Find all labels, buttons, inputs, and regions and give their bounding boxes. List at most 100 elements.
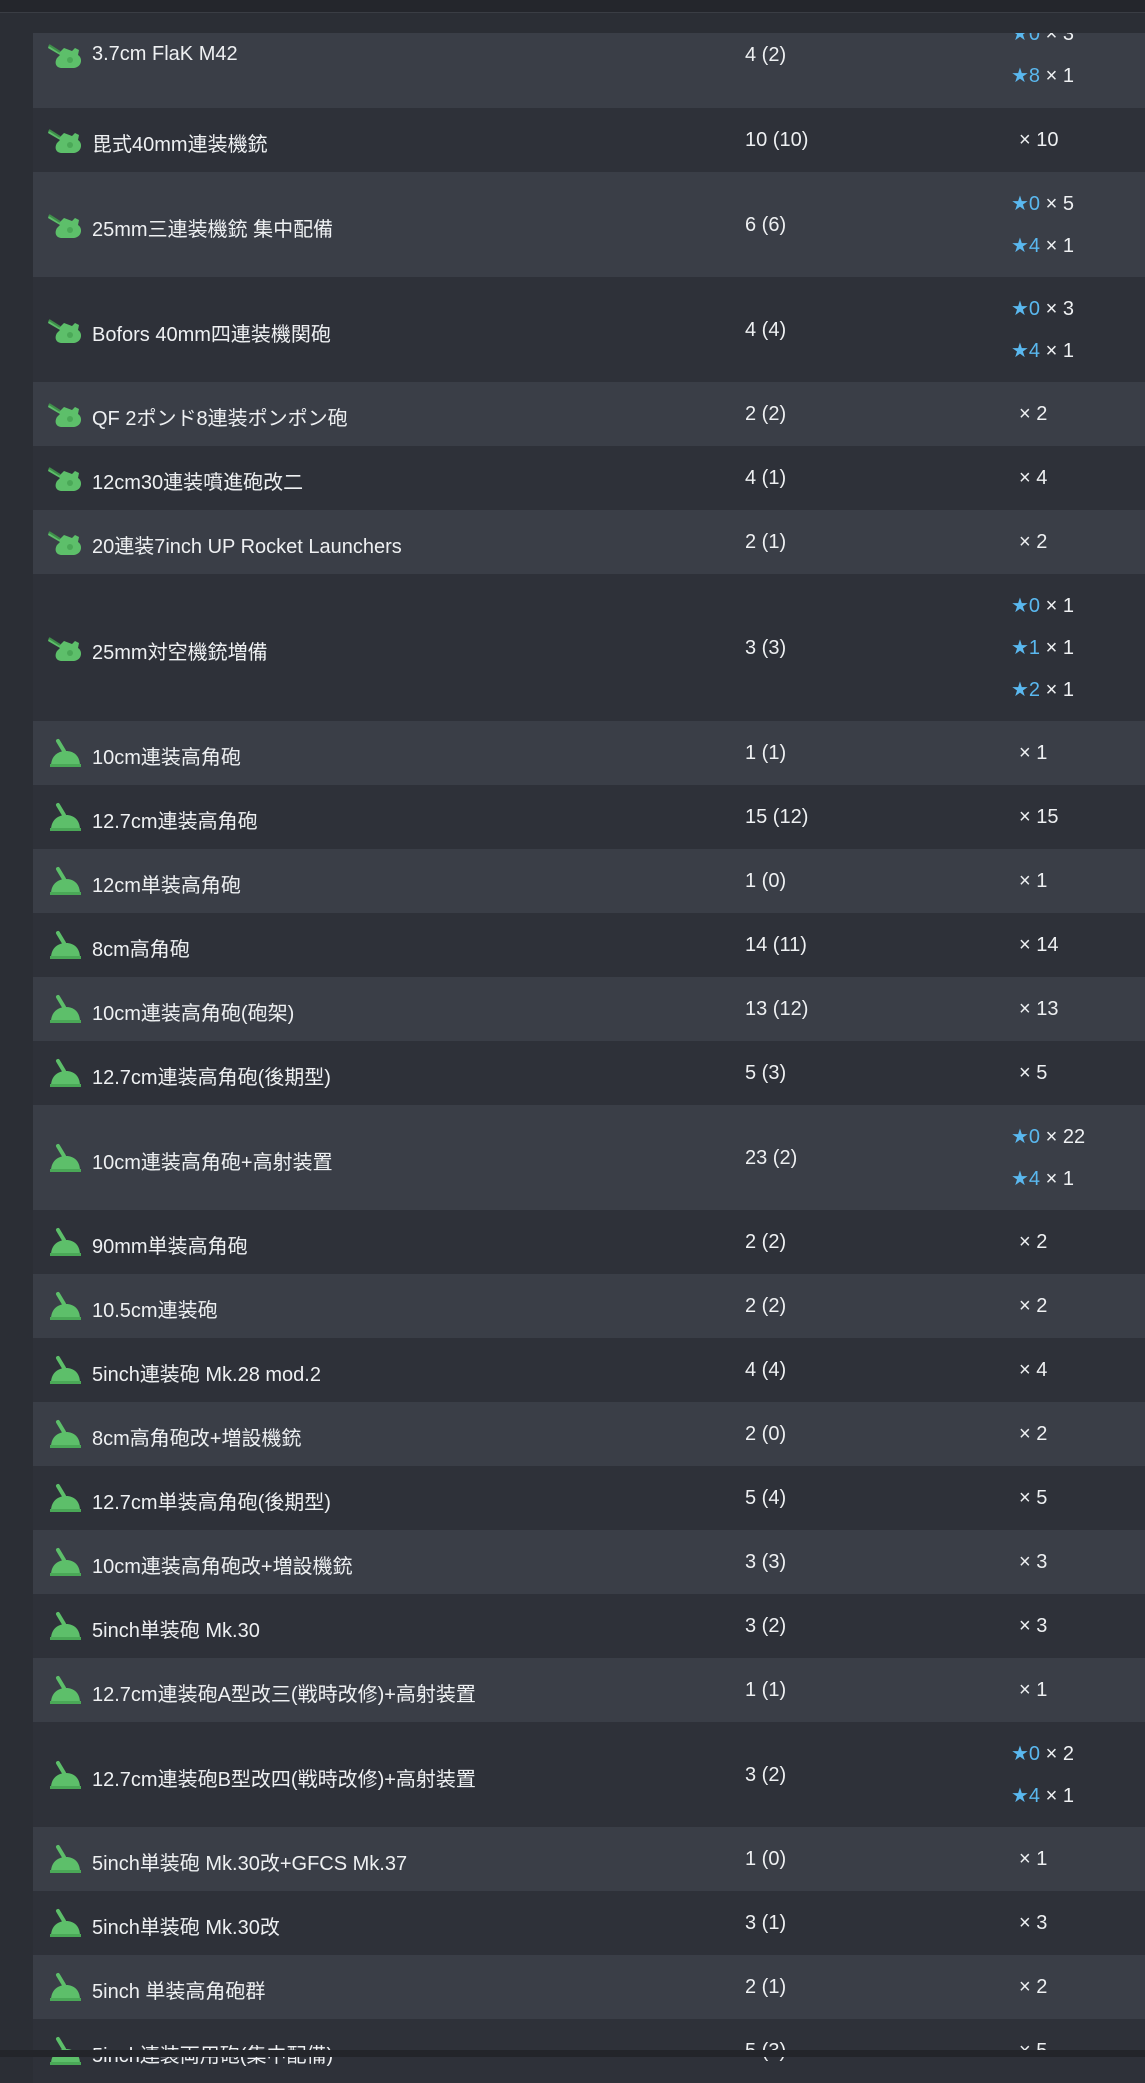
table-row[interactable]: 12.7cm連装砲A型改三(戦時改修)+高射装置 1 (1) × 1	[33, 1658, 1145, 1722]
level-multiplier: × 3	[1019, 1551, 1048, 1573]
improvement-levels: × 5	[1011, 1477, 1047, 1519]
equipment-name: 5inch 単装高角砲群	[92, 1981, 266, 2003]
table-row[interactable]: 5inch 単装高角砲群 2 (1) × 2	[33, 1955, 1145, 2019]
level-entry: × 15	[1011, 796, 1058, 838]
star-level: ★0	[1011, 33, 1041, 45]
improvement-levels: × 2	[1011, 1966, 1047, 2008]
ha-gun-icon	[47, 1290, 85, 1322]
level-entry: ★4 × 1	[1011, 1158, 1085, 1200]
improvement-levels: × 2	[1011, 1285, 1047, 1327]
level-multiplier: × 2	[1019, 1231, 1048, 1253]
equipment-count: 3 (2)	[745, 1615, 787, 1637]
level-multiplier: × 1	[1045, 1167, 1074, 1190]
level-entry: × 2	[1011, 1285, 1047, 1327]
aa-gun-icon	[47, 526, 85, 558]
table-row[interactable]: 10.5cm連装砲 2 (2) × 2	[33, 1274, 1145, 1338]
level-multiplier: × 22	[1045, 1125, 1086, 1148]
level-entry: ★0 × 5	[1011, 183, 1074, 225]
improvement-levels: × 15	[1011, 796, 1058, 838]
ha-gun-icon	[47, 993, 85, 1025]
level-multiplier: × 1	[1045, 339, 1074, 362]
equipment-count: 1 (0)	[745, 1848, 787, 1870]
equipment-name: 12.7cm連装砲A型改三(戦時改修)+高射装置	[92, 1684, 476, 1706]
improvement-levels: × 14	[1011, 924, 1058, 966]
equipment-name: 12.7cm単装高角砲(後期型)	[92, 1492, 331, 1514]
level-multiplier: × 10	[1019, 129, 1059, 151]
level-multiplier: × 3	[1045, 33, 1074, 45]
equipment-name: 12.7cm連装高角砲(後期型)	[92, 1067, 331, 1089]
improvement-levels: ★0 × 3 ★8 × 1	[1011, 33, 1074, 97]
table-row[interactable]: 12cm単装高角砲 1 (0) × 1	[33, 849, 1145, 913]
table-row[interactable]: 5inch単装砲 Mk.30改 3 (1) × 3	[33, 1891, 1145, 1955]
equipment-count: 3 (1)	[745, 1912, 787, 1934]
table-row[interactable]: 12.7cm連装高角砲(後期型) 5 (3) × 5	[33, 1041, 1145, 1105]
level-multiplier: × 1	[1019, 1848, 1048, 1870]
level-multiplier: × 1	[1045, 636, 1074, 659]
equipment-name: Bofors 40mm四連装機関砲	[92, 323, 331, 346]
table-row[interactable]: 10cm連装高角砲 1 (1) × 1	[33, 721, 1145, 785]
level-entry: × 2	[1011, 393, 1047, 435]
equipment-count: 4 (4)	[745, 1359, 787, 1381]
ha-gun-icon	[47, 1226, 85, 1258]
table-row[interactable]: 5inch単装砲 Mk.30改+GFCS Mk.37 1 (0) × 1	[33, 1827, 1145, 1891]
table-row[interactable]: 25mm対空機銃増備 3 (3) ★0 × 1 ★1 × 1 ★2 × 1	[33, 574, 1145, 721]
level-multiplier: × 14	[1019, 934, 1059, 956]
table-row[interactable]: 12cm30連装噴進砲改二 4 (1) × 4	[33, 446, 1145, 510]
star-level: ★4	[1011, 339, 1041, 362]
star-level: ★0	[1011, 1742, 1041, 1765]
equipment-count: 1 (1)	[745, 742, 787, 764]
level-entry: × 5	[1011, 1052, 1047, 1094]
equipment-name: 90mm単装高角砲	[92, 1236, 248, 1258]
level-entry: × 2	[1011, 1221, 1047, 1263]
table-row[interactable]: 10cm連装高角砲(砲架) 13 (12) × 13	[33, 977, 1145, 1041]
ha-gun-icon	[47, 1546, 85, 1578]
ha-gun-icon	[47, 1971, 85, 2003]
table-row[interactable]: 90mm単装高角砲 2 (2) × 2	[33, 1210, 1145, 1274]
equipment-table: 3.7cm FlaK M42 4 (2) ★0 × 3 ★8 × 1 毘式40mm連装機…	[33, 33, 1145, 2083]
level-multiplier: × 1	[1019, 742, 1048, 764]
equipment-count: 1 (1)	[745, 1679, 787, 1701]
improvement-levels: × 1	[1011, 1838, 1047, 1880]
table-row[interactable]: 12.7cm連装高角砲 15 (12) × 15	[33, 785, 1145, 849]
equipment-count: 2 (2)	[745, 1231, 787, 1253]
table-row[interactable]: 12.7cm単装高角砲(後期型) 5 (4) × 5	[33, 1466, 1145, 1530]
ha-gun-icon	[47, 1142, 85, 1174]
star-level: ★8	[1011, 65, 1041, 87]
table-row[interactable]: 5inch連装砲 Mk.28 mod.2 4 (4) × 4	[33, 1338, 1145, 1402]
level-entry: × 2	[1011, 521, 1047, 563]
level-multiplier: × 1	[1019, 870, 1048, 892]
improvement-levels: ★0 × 2 ★4 × 1	[1011, 1733, 1074, 1817]
level-entry: ★8 × 1	[1011, 55, 1074, 97]
level-multiplier: × 2	[1019, 1423, 1048, 1445]
level-entry: × 2	[1011, 1966, 1047, 2008]
ha-gun-icon	[47, 929, 85, 961]
table-row[interactable]: 10cm連装高角砲改+増設機銃 3 (3) × 3	[33, 1530, 1145, 1594]
table-row[interactable]: 3.7cm FlaK M42 4 (2) ★0 × 3 ★8 × 1	[33, 33, 1145, 108]
level-entry: ★0 × 3	[1011, 288, 1074, 330]
ha-gun-icon	[47, 1418, 85, 1450]
table-row[interactable]: 12.7cm連装砲B型改四(戦時改修)+高射装置 3 (2) ★0 × 2 ★4 × …	[33, 1722, 1145, 1827]
equipment-count: 4 (4)	[745, 318, 787, 341]
equipment-name: 10.5cm連装砲	[92, 1300, 218, 1322]
level-entry: ★0 × 2	[1011, 1733, 1074, 1775]
ha-gun-icon	[47, 737, 85, 769]
level-entry: ★0 × 1	[1011, 585, 1074, 627]
table-row[interactable]: 10cm連装高角砲+高射装置 23 (2) ★0 × 22 ★4 × 1	[33, 1105, 1145, 1210]
equipment-name: 10cm連装高角砲	[92, 747, 241, 769]
table-row[interactable]: 5inch単装砲 Mk.30 3 (2) × 3	[33, 1594, 1145, 1658]
table-row[interactable]: 毘式40mm連装機銃 10 (10) × 10	[33, 108, 1145, 172]
level-multiplier: × 2	[1019, 1976, 1048, 1998]
table-row[interactable]: 25mm三連装機銃 集中配備 6 (6) ★0 × 5 ★4 × 1	[33, 172, 1145, 277]
level-multiplier: × 4	[1019, 1359, 1048, 1381]
aa-gun-icon	[47, 632, 85, 664]
table-row[interactable]: Bofors 40mm四連装機関砲 4 (4) ★0 × 3 ★4 × 1	[33, 277, 1145, 382]
equipment-count: 4 (2)	[745, 44, 787, 66]
improvement-levels: × 3	[1011, 1902, 1047, 1944]
star-level: ★0	[1011, 1125, 1041, 1148]
table-row[interactable]: 8cm高角砲 14 (11) × 14	[33, 913, 1145, 977]
table-row[interactable]: 20連装7inch UP Rocket Launchers 2 (1) × 2	[33, 510, 1145, 574]
level-entry: × 4	[1011, 457, 1047, 499]
table-row[interactable]: QF 2ポンド8連装ポンポン砲 2 (2) × 2	[33, 382, 1145, 446]
equipment-name: 12cm単装高角砲	[92, 875, 241, 897]
table-row[interactable]: 8cm高角砲改+増設機銃 2 (0) × 2	[33, 1402, 1145, 1466]
